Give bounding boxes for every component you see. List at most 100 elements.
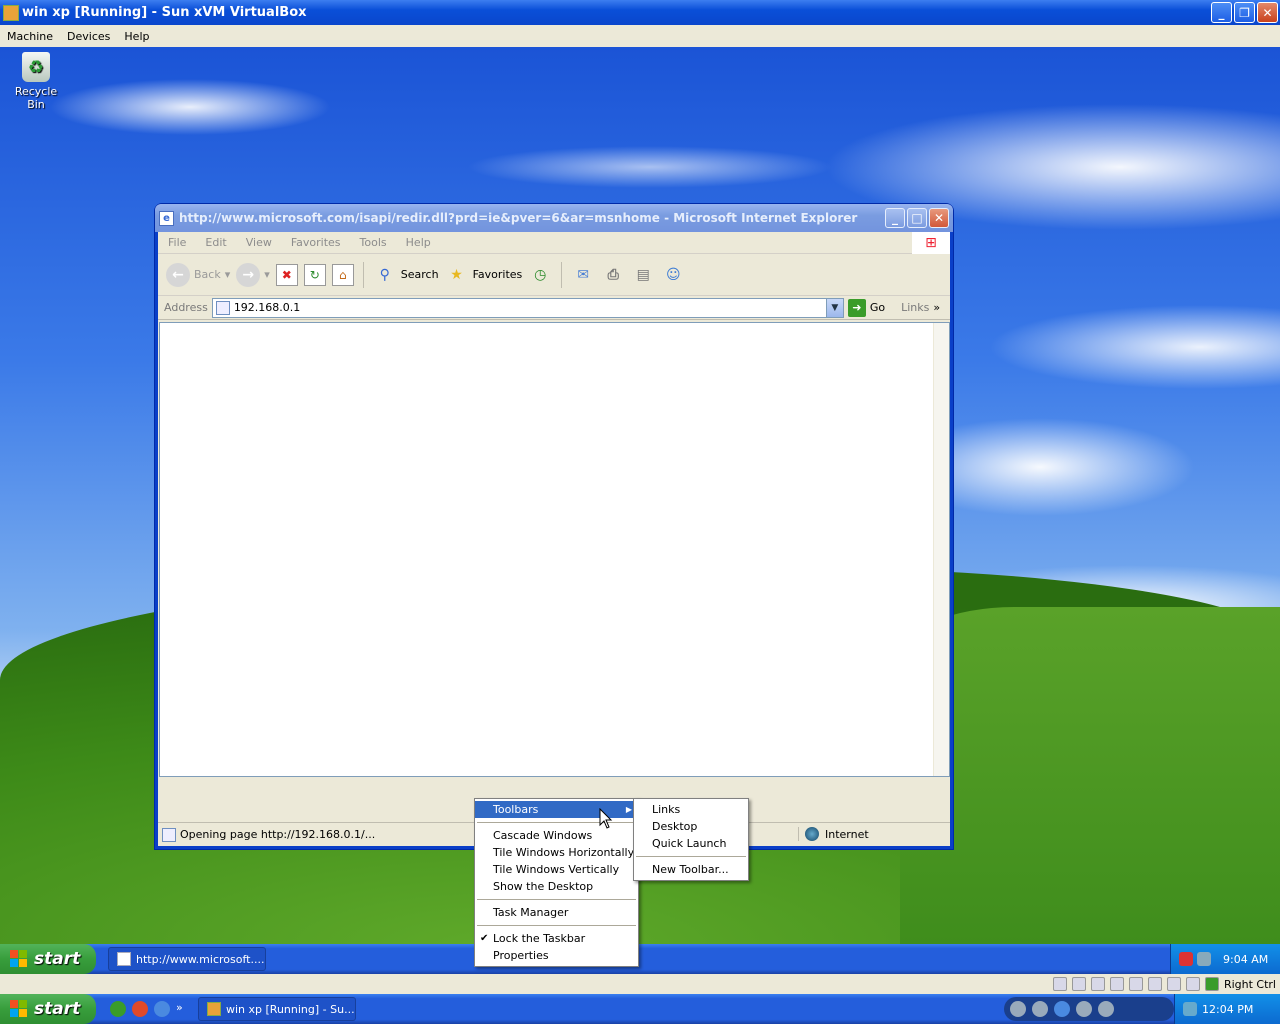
taskbar-context-menu: Toolbars ▶ Cascade Windows Tile Windows H… [474, 798, 639, 967]
network-icon[interactable] [1197, 952, 1211, 966]
address-value: 192.168.0.1 [233, 301, 301, 314]
ie-menu-favorites[interactable]: Favorites [281, 236, 350, 249]
virtualbox-app-icon [207, 1002, 221, 1016]
keyboard-capture-icon[interactable] [1204, 977, 1219, 991]
forward-arrow-icon: → [236, 262, 261, 287]
submenu-item-desktop[interactable]: Desktop [634, 818, 748, 835]
menu-item-tile-vertically[interactable]: Tile Windows Vertically [475, 861, 638, 878]
quicklaunch-more[interactable]: » [176, 1001, 183, 1017]
minimize-button[interactable]: _ [1211, 2, 1232, 23]
ie-minimize-button[interactable]: _ [885, 208, 905, 228]
menu-item-task-manager[interactable]: Task Manager [475, 904, 638, 921]
page-content[interactable] [159, 322, 950, 777]
host-title-bar: win xp [Running] - Sun xVM VirtualBox _ … [0, 0, 1280, 25]
windows-flag-icon [10, 950, 28, 968]
network-adapter-icon[interactable] [1109, 977, 1124, 991]
recycle-bin-icon: ♻ [22, 52, 50, 82]
cd-icon[interactable] [1071, 977, 1086, 991]
windows-flag-icon [10, 1000, 28, 1018]
ie-window-title: http://www.microsoft.com/isapi/redir.dll… [179, 211, 858, 225]
quick-launch: » [110, 1001, 183, 1017]
home-icon[interactable]: ⌂ [331, 263, 354, 286]
volume-icon[interactable] [1098, 1001, 1114, 1017]
ie-page-icon [117, 952, 131, 966]
host-clock[interactable]: 12:04 PM [1202, 1003, 1253, 1016]
taskbar-button-virtualbox[interactable]: win xp [Running] - Su... [198, 997, 356, 1021]
menu-machine[interactable]: Machine [0, 30, 60, 43]
play-icon[interactable] [1054, 1001, 1070, 1017]
ie-menu-edit[interactable]: Edit [195, 236, 235, 249]
go-button[interactable]: ➜ Go [847, 298, 885, 317]
desktop-icon-recycle-bin[interactable]: ♻ Recycle Bin [6, 52, 66, 111]
menu-item-tile-horizontally[interactable]: Tile Windows Horizontally [475, 844, 638, 861]
media-player-toolbar [1004, 997, 1174, 1021]
host-menu-bar: Machine Devices Help [0, 25, 1280, 47]
menu-item-lock-taskbar[interactable]: ✔ Lock the Taskbar [475, 930, 638, 947]
address-bar: Address 192.168.0.1 ▼ ➜ Go Links » [158, 296, 950, 320]
menu-item-show-desktop[interactable]: Show the Desktop [475, 878, 638, 895]
chevron-down-icon[interactable]: ▼ [825, 298, 843, 317]
menu-item-cascade-windows[interactable]: Cascade Windows [475, 827, 638, 844]
ie-close-button[interactable]: ✕ [929, 208, 949, 228]
menu-item-properties[interactable]: Properties [475, 947, 638, 964]
ie-menu-tools[interactable]: Tools [350, 236, 396, 249]
edit-icon[interactable]: ▤ [631, 263, 655, 287]
usb-icon[interactable] [1128, 977, 1143, 991]
links-label[interactable]: Links [901, 301, 929, 314]
page-icon [162, 827, 176, 842]
print-icon[interactable]: ⎙ [601, 263, 625, 287]
mail-icon[interactable]: ✉ [571, 263, 595, 287]
forward-button[interactable]: → ▾ [236, 262, 270, 287]
submenu-item-links[interactable]: Links [634, 801, 748, 818]
quicklaunch-app-icon[interactable] [110, 1001, 126, 1017]
hard-disk-icon[interactable] [1052, 977, 1067, 991]
submenu-item-new-toolbar[interactable]: New Toolbar... [634, 861, 748, 878]
star-icon: ★ [450, 266, 463, 283]
ie-icon[interactable] [154, 1001, 170, 1017]
chevron-right-icon[interactable]: » [933, 301, 940, 314]
windows-logo-icon: ⊞ [912, 232, 950, 254]
floppy-icon[interactable] [1090, 977, 1105, 991]
messenger-icon[interactable]: ☺ [661, 263, 685, 287]
search-icon: ⚲ [379, 266, 390, 283]
menu-item-toolbars[interactable]: Toolbars ▶ [475, 801, 638, 818]
ie-toolbar: ← Back ▾ → ▾ ✖ ↻ ⌂ ⚲ Search ★ Favorites ◷ … [158, 254, 950, 296]
ie-window: e http://www.microsoft.com/isapi/redir.d… [155, 204, 953, 849]
mouse-integration-icon[interactable] [1185, 977, 1200, 991]
menu-devices[interactable]: Devices [60, 30, 117, 43]
ie-maximize-button[interactable]: □ [907, 208, 927, 228]
history-icon[interactable]: ◷ [528, 263, 552, 287]
restore-button[interactable]: ❐ [1234, 2, 1255, 23]
shared-folder-icon[interactable] [1147, 977, 1162, 991]
close-button[interactable]: ✕ [1257, 2, 1278, 23]
submenu-item-quick-launch[interactable]: Quick Launch [634, 835, 748, 852]
seamless-icon[interactable] [1166, 977, 1181, 991]
toolbars-submenu: Links Desktop Quick Launch New Toolbar..… [633, 798, 749, 881]
host-start-button[interactable]: start [0, 994, 96, 1024]
refresh-icon[interactable]: ↻ [303, 263, 326, 286]
browser-icon[interactable] [132, 1001, 148, 1017]
ie-menu-file[interactable]: File [158, 236, 195, 249]
ie-menu-help[interactable]: Help [396, 236, 440, 249]
network-icon[interactable] [1183, 1002, 1197, 1016]
vertical-scrollbar[interactable] [933, 323, 949, 776]
menu-help[interactable]: Help [117, 30, 156, 43]
globe-icon [805, 827, 819, 841]
guest-start-button[interactable]: start [0, 944, 96, 974]
host-system-tray: 12:04 PM [1174, 994, 1280, 1024]
stop-icon[interactable] [1010, 1001, 1026, 1017]
favorites-button[interactable]: ★ Favorites [445, 263, 522, 287]
guest-clock[interactable]: 9:04 AM [1223, 953, 1268, 966]
shield-icon[interactable] [1179, 952, 1193, 966]
next-icon[interactable] [1076, 1001, 1092, 1017]
host-taskbar: start » win xp [Running] - Su... 12:04 P… [0, 994, 1280, 1024]
ie-page-icon: e [159, 210, 174, 226]
back-button[interactable]: ← Back ▾ [166, 262, 230, 287]
address-input[interactable]: 192.168.0.1 ▼ [211, 297, 844, 318]
stop-icon[interactable]: ✖ [275, 263, 298, 286]
search-button[interactable]: ⚲ Search [373, 263, 439, 287]
previous-icon[interactable] [1032, 1001, 1048, 1017]
page-icon [215, 300, 230, 315]
ie-menu-view[interactable]: View [236, 236, 281, 249]
taskbar-button-ie[interactable]: http://www.microsoft.... [108, 947, 266, 971]
